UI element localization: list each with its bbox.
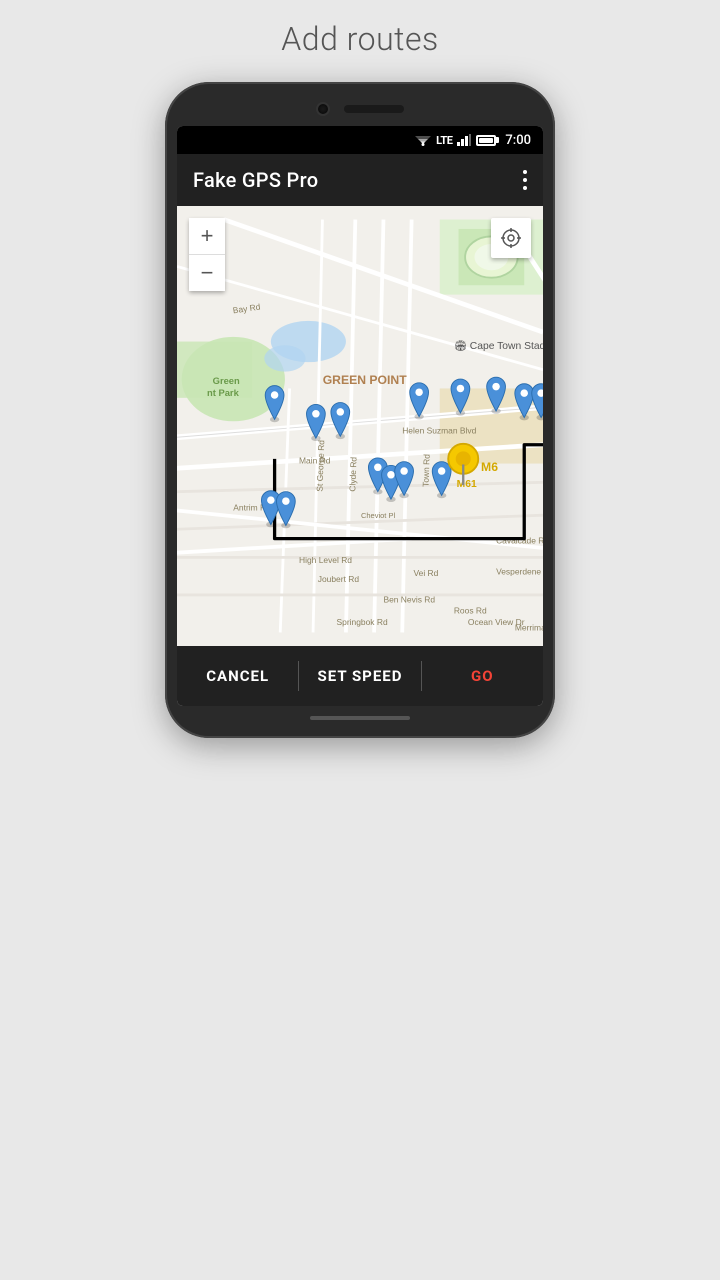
menu-dot [523, 178, 527, 182]
locate-button[interactable] [491, 218, 531, 258]
status-time: 7:00 [505, 133, 531, 148]
svg-text:Joubert Rd: Joubert Rd [318, 574, 360, 584]
lte-label: LTE [436, 134, 452, 147]
cancel-button[interactable]: CANCEL [177, 646, 298, 706]
zoom-in-button[interactable]: + [189, 218, 225, 254]
svg-text:Helen Suzman Blvd: Helen Suzman Blvd [402, 426, 476, 436]
svg-text:Town Rd: Town Rd [421, 454, 432, 487]
crosshair-icon [499, 226, 523, 250]
phone-screen: LTE 7:00 Fake GPS Pro [177, 126, 543, 706]
phone-bottom [177, 716, 543, 720]
svg-text:Cavalcade Rd: Cavalcade Rd [496, 535, 543, 545]
svg-text:High Level Rd: High Level Rd [299, 555, 352, 565]
signal-icon [457, 134, 471, 146]
map-zoom-controls: + − [189, 218, 225, 291]
go-button[interactable]: GO [422, 646, 543, 706]
home-indicator [310, 716, 410, 720]
svg-text:Antrim Rd: Antrim Rd [233, 502, 271, 512]
menu-dot [523, 186, 527, 190]
app-bar: Fake GPS Pro [177, 154, 543, 206]
zoom-out-button[interactable]: − [189, 255, 225, 291]
svg-text:M61: M61 [457, 479, 477, 490]
more-options-button[interactable] [523, 170, 527, 190]
camera [316, 102, 330, 116]
svg-text:M6: M6 [481, 460, 498, 474]
status-bar: LTE 7:00 [177, 126, 543, 154]
svg-text:🏟 Cape Town Stadium: 🏟 Cape Town Stadium [454, 340, 543, 352]
svg-text:Pine: Pine [387, 474, 398, 492]
svg-text:St George Rd: St George Rd [314, 440, 326, 492]
wifi-icon [415, 134, 431, 146]
bottom-action-bar: CANCEL SET SPEED GO [177, 646, 543, 706]
svg-text:Cheviot Pl: Cheviot Pl [361, 511, 396, 520]
svg-text:Clyde Rd: Clyde Rd [347, 456, 358, 491]
battery-icon [476, 135, 496, 146]
status-icons: LTE 7:00 [415, 133, 531, 148]
speaker [344, 105, 404, 113]
svg-text:Vesperdene Rd: Vesperdene Rd [496, 566, 543, 576]
app-title: Fake GPS Pro [193, 168, 318, 192]
svg-text:Vei Rd: Vei Rd [413, 568, 438, 578]
map-background: Fritz Sonnenberg Rd Bay Rd Helen Suzman … [177, 206, 543, 646]
map-view[interactable]: Fritz Sonnenberg Rd Bay Rd Helen Suzman … [177, 206, 543, 646]
svg-text:Roos Rd: Roos Rd [454, 606, 487, 616]
phone-top [177, 102, 543, 116]
page-title: Add routes [281, 20, 438, 58]
svg-text:nt Park: nt Park [207, 388, 240, 398]
phone-device: LTE 7:00 Fake GPS Pro [165, 82, 555, 738]
set-speed-button[interactable]: SET SPEED [299, 646, 420, 706]
svg-text:Springbok Rd: Springbok Rd [337, 617, 388, 627]
svg-text:GREEN POINT: GREEN POINT [323, 373, 408, 387]
menu-dot [523, 170, 527, 174]
svg-text:Ben Nevis Rd: Ben Nevis Rd [383, 594, 435, 604]
svg-text:Green: Green [213, 376, 240, 386]
svg-text:Merriman Rd: Merriman Rd [515, 623, 543, 633]
